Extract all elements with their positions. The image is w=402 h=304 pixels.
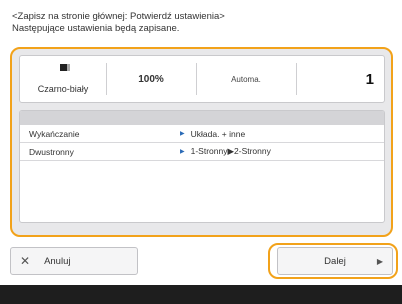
color-mode-label: Czarno-biały xyxy=(37,84,89,94)
list-header xyxy=(20,111,384,125)
zoom-cell: 100% xyxy=(106,56,196,102)
arrow-right-icon: ▶ xyxy=(180,131,185,137)
settings-panel: Czarno-biały 100% Automa. 1 Wykańczanie … xyxy=(10,47,393,237)
dialog-header: <Zapisz na stronie głównej: Potwierdź us… xyxy=(12,11,392,35)
paper-mode-value: Automa. xyxy=(231,74,261,84)
settings-list: Wykańczanie ▶ Układa. + inne Dwustronny … xyxy=(19,110,385,223)
copies-value: 1 xyxy=(365,70,374,88)
list-item: Wykańczanie ▶ Układa. + inne xyxy=(20,125,384,143)
setting-label: Dwustronny xyxy=(29,146,74,157)
header-title: <Zapisz na stronie głównej: Potwierdź us… xyxy=(12,11,225,22)
paper-mode-cell: Automa. xyxy=(196,56,296,102)
header-subtitle: Następujące ustawienia będą zapisane. xyxy=(12,23,180,34)
setting-label: Wykańczanie xyxy=(29,128,80,139)
cancel-button[interactable]: ✕ Anuluj xyxy=(10,247,138,275)
settings-summary: Czarno-biały 100% Automa. 1 xyxy=(19,55,385,103)
status-bar xyxy=(0,285,402,304)
color-mode-cell: Czarno-biały xyxy=(20,56,106,102)
bw-page-icon xyxy=(59,64,67,71)
zoom-value: 100% xyxy=(138,73,164,85)
triangle-right-icon: ▶ xyxy=(376,256,383,266)
list-item: Dwustronny ▶ 1-Stronny▶2-Stronny xyxy=(20,143,384,161)
arrow-right-icon: ▶ xyxy=(180,149,185,155)
next-label: Dalej xyxy=(324,255,346,267)
setting-value: Układa. + inne xyxy=(190,128,246,139)
setting-value: 1-Stronny▶2-Stronny xyxy=(190,146,271,156)
close-icon: ✕ xyxy=(20,254,31,268)
copies-cell: 1 xyxy=(296,56,384,102)
cancel-label: Anuluj xyxy=(44,255,71,267)
next-button[interactable]: Dalej ▶ xyxy=(277,247,393,275)
